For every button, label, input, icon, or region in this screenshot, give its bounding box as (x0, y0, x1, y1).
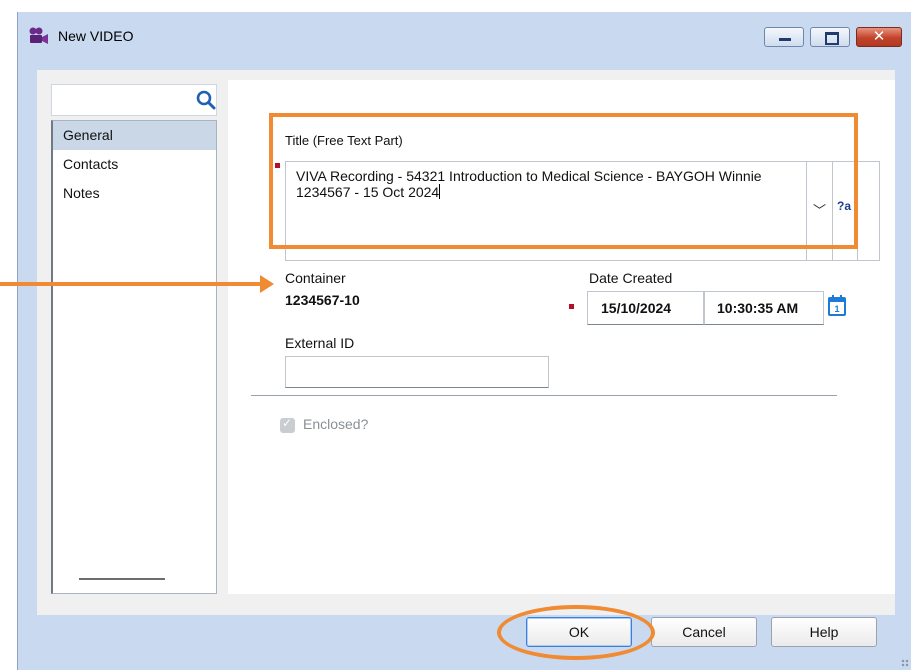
date-required-marker (569, 304, 574, 309)
dialog-window: New VIDEO ✕ General Contacts Notes Title… (17, 12, 911, 670)
close-icon: ✕ (872, 28, 886, 45)
search-input[interactable] (54, 88, 196, 114)
date-created-date-field[interactable]: 15/10/2024 (587, 291, 704, 325)
maximize-button[interactable] (810, 27, 850, 47)
enclosed-label: Enclosed? (303, 416, 369, 432)
date-created-label: Date Created (589, 270, 673, 286)
window-title: New VIDEO (58, 28, 134, 44)
external-id-field[interactable] (285, 356, 549, 388)
calendar-icon[interactable]: 1 (827, 294, 847, 318)
search-icon[interactable] (196, 89, 216, 111)
date-created-time-field[interactable]: 10:30:35 AM (704, 291, 824, 325)
external-id-label: External ID (285, 335, 355, 351)
minimize-button[interactable] (764, 27, 804, 47)
section-list: General Contacts Notes (51, 120, 217, 594)
sidebar-item-notes[interactable]: Notes (53, 179, 216, 208)
horizontal-scrollbar[interactable] (79, 578, 165, 580)
close-button[interactable]: ✕ (856, 27, 902, 47)
section-divider (251, 395, 837, 396)
container-value: 1234567-10 (285, 292, 360, 308)
maximize-icon (825, 32, 839, 45)
cancel-button[interactable]: Cancel (651, 617, 757, 647)
container-arrow-annotation (0, 282, 262, 286)
arrow-head-icon (260, 275, 274, 293)
navigation-panel: General Contacts Notes (51, 84, 217, 594)
title-highlight-annotation (269, 113, 858, 249)
search-box (51, 84, 217, 116)
resize-grip[interactable] (901, 659, 909, 667)
help-button[interactable]: Help (771, 617, 877, 647)
svg-text:1: 1 (834, 304, 839, 314)
video-camera-icon (29, 27, 48, 44)
ok-highlight-annotation (497, 605, 655, 660)
sidebar-item-contacts[interactable]: Contacts (53, 150, 216, 179)
minimize-icon (779, 38, 791, 41)
title-bar[interactable]: New VIDEO ✕ (18, 12, 911, 64)
container-label: Container (285, 270, 346, 286)
sidebar-item-general[interactable]: General (53, 121, 216, 150)
enclosed-checkbox[interactable] (280, 416, 295, 433)
